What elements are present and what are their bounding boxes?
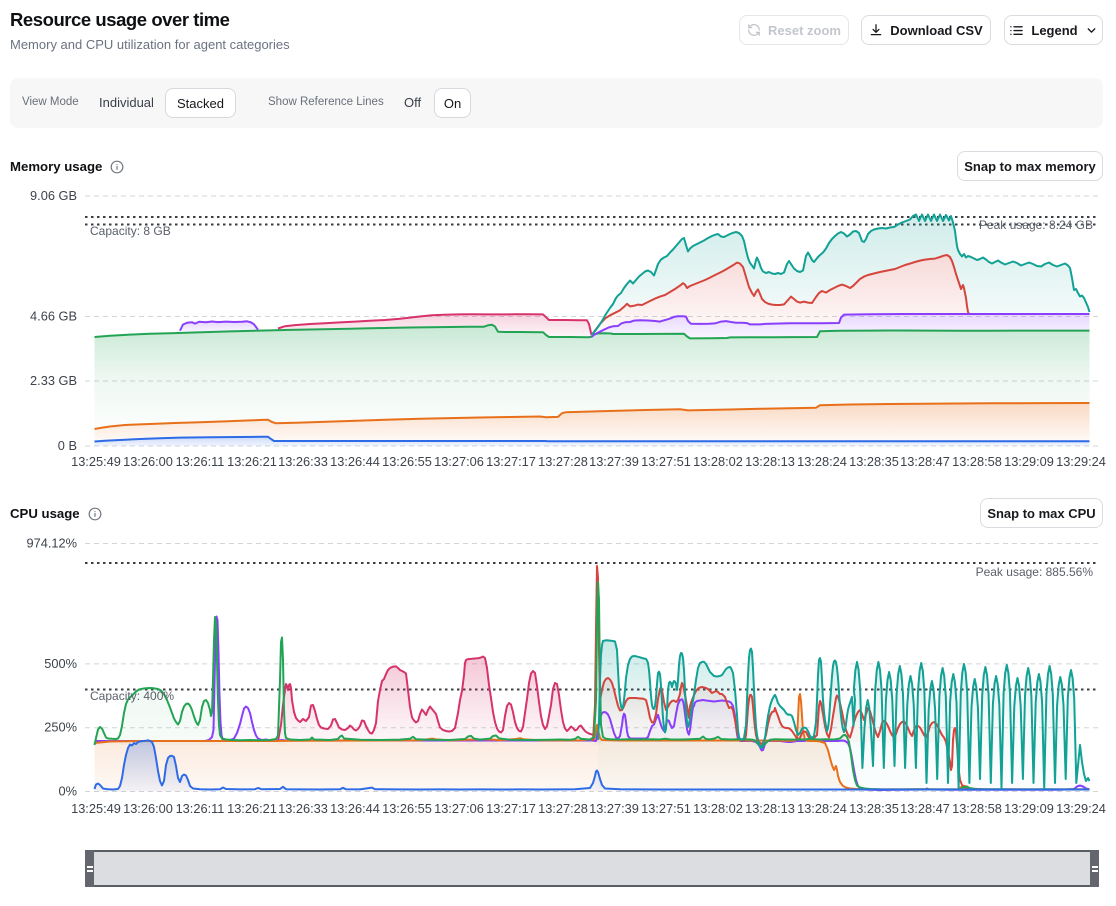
svg-text:13:26:11: 13:26:11 <box>176 801 225 816</box>
svg-text:0%: 0% <box>59 784 78 799</box>
svg-text:13:25:49: 13:25:49 <box>71 454 121 469</box>
svg-text:13:26:33: 13:26:33 <box>278 801 328 816</box>
svg-text:13:27:39: 13:27:39 <box>589 454 639 469</box>
svg-text:13:26:00: 13:26:00 <box>123 454 173 469</box>
svg-text:13:26:21: 13:26:21 <box>227 454 277 469</box>
svg-text:13:26:33: 13:26:33 <box>278 454 328 469</box>
svg-text:Peak usage: 885.56%: Peak usage: 885.56% <box>976 565 1094 579</box>
svg-text:Capacity: 8 GB: Capacity: 8 GB <box>90 224 171 238</box>
svg-text:13:26:00: 13:26:00 <box>123 801 173 816</box>
svg-text:13:28:02: 13:28:02 <box>693 801 743 816</box>
svg-text:13:28:13: 13:28:13 <box>745 801 795 816</box>
svg-text:13:27:51: 13:27:51 <box>641 454 691 469</box>
svg-text:13:28:47: 13:28:47 <box>900 801 950 816</box>
svg-text:13:28:02: 13:28:02 <box>693 454 743 469</box>
svg-text:Capacity: 400%: Capacity: 400% <box>90 689 174 703</box>
svg-text:13:28:24: 13:28:24 <box>797 801 847 816</box>
svg-text:13:27:28: 13:27:28 <box>538 454 588 469</box>
svg-text:13:27:39: 13:27:39 <box>589 801 639 816</box>
svg-text:974.12%: 974.12% <box>26 536 77 551</box>
svg-text:Peak usage: 8.24 GB: Peak usage: 8.24 GB <box>979 218 1093 232</box>
svg-text:250%: 250% <box>44 720 77 735</box>
svg-text:13:28:13: 13:28:13 <box>745 454 795 469</box>
svg-text:9.06 GB: 9.06 GB <box>30 188 77 203</box>
svg-text:13:27:17: 13:27:17 <box>486 801 536 816</box>
svg-text:13:27:06: 13:27:06 <box>434 454 484 469</box>
svg-text:13:26:44: 13:26:44 <box>330 801 380 816</box>
svg-text:13:29:24: 13:29:24 <box>1056 454 1106 469</box>
svg-text:13:28:24: 13:28:24 <box>797 454 847 469</box>
svg-text:13:26:55: 13:26:55 <box>382 454 432 469</box>
svg-text:13:28:58: 13:28:58 <box>952 801 1002 816</box>
svg-text:13:25:49: 13:25:49 <box>71 801 121 816</box>
svg-text:13:26:21: 13:26:21 <box>227 801 277 816</box>
svg-text:13:26:44: 13:26:44 <box>330 454 380 469</box>
svg-text:13:27:17: 13:27:17 <box>486 454 536 469</box>
svg-text:13:29:09: 13:29:09 <box>1004 801 1054 816</box>
svg-text:13:27:06: 13:27:06 <box>434 801 484 816</box>
svg-text:13:26:55: 13:26:55 <box>382 801 432 816</box>
svg-text:13:28:47: 13:28:47 <box>900 454 950 469</box>
svg-text:0 B: 0 B <box>58 438 77 453</box>
svg-text:4.66 GB: 4.66 GB <box>30 309 77 324</box>
svg-text:13:26:11: 13:26:11 <box>176 454 225 469</box>
svg-text:13:27:28: 13:27:28 <box>538 801 588 816</box>
svg-text:13:27:51: 13:27:51 <box>641 801 691 816</box>
svg-text:13:29:09: 13:29:09 <box>1004 454 1054 469</box>
svg-text:13:28:35: 13:28:35 <box>849 454 899 469</box>
svg-text:13:28:35: 13:28:35 <box>849 801 899 816</box>
svg-text:13:29:24: 13:29:24 <box>1056 801 1106 816</box>
svg-text:2.33 GB: 2.33 GB <box>30 373 77 388</box>
svg-text:500%: 500% <box>44 656 77 671</box>
svg-text:13:28:58: 13:28:58 <box>952 454 1002 469</box>
